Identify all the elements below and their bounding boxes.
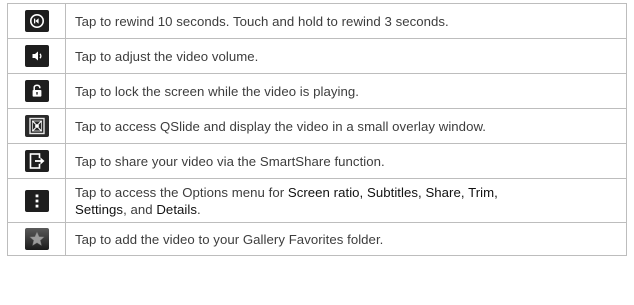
icon-cell bbox=[7, 222, 66, 256]
row-description: Tap to access the Options menu for Scree… bbox=[65, 178, 627, 223]
row-description: Tap to share your video via the SmartSha… bbox=[65, 143, 627, 179]
row-description: Tap to lock the screen while the video i… bbox=[65, 73, 627, 109]
icon-cell bbox=[7, 143, 66, 179]
row-text: Tap to access the Options menu for bbox=[75, 184, 288, 200]
table-row: Tap to rewind 10 seconds. Touch and hold… bbox=[7, 3, 627, 39]
details-text: Details bbox=[156, 201, 198, 217]
icon-cell bbox=[7, 108, 66, 144]
volume-icon bbox=[24, 45, 49, 67]
rewind-icon bbox=[24, 10, 49, 32]
row-description: Tap to adjust the video volume. bbox=[65, 38, 627, 74]
options-menu-icon bbox=[24, 189, 49, 212]
table-row: Tap to access QSlide and display the vid… bbox=[7, 108, 627, 144]
table-row: Tap to access the Options menu for Scree… bbox=[7, 178, 627, 223]
table-row: Tap to share your video via the SmartSha… bbox=[7, 143, 627, 179]
lock-icon bbox=[24, 80, 49, 102]
row-description: Tap to rewind 10 seconds. Touch and hold… bbox=[65, 3, 627, 39]
icon-cell bbox=[7, 73, 66, 109]
settings-text: Settings bbox=[75, 201, 124, 217]
table-row: Tap to add the video to your Gallery Fav… bbox=[7, 222, 627, 256]
icon-cell bbox=[7, 3, 66, 39]
row-text: . bbox=[197, 201, 201, 217]
row-description: Tap to add the video to your Gallery Fav… bbox=[65, 222, 627, 256]
icon-description-table: Tap to rewind 10 seconds. Touch and hold… bbox=[7, 3, 627, 256]
qslide-icon bbox=[24, 115, 49, 137]
share-icon bbox=[24, 150, 49, 172]
star-icon bbox=[24, 228, 49, 250]
icon-cell bbox=[7, 38, 66, 74]
row-text: , and bbox=[123, 201, 157, 217]
table-row: Tap to adjust the video volume. bbox=[7, 38, 627, 74]
row-description: Tap to access QSlide and display the vid… bbox=[65, 108, 627, 144]
icon-cell bbox=[7, 178, 66, 223]
table-row: Tap to lock the screen while the video i… bbox=[7, 73, 627, 109]
options-list-text: Screen ratio, Subtitles, Share, Trim, bbox=[287, 184, 498, 200]
